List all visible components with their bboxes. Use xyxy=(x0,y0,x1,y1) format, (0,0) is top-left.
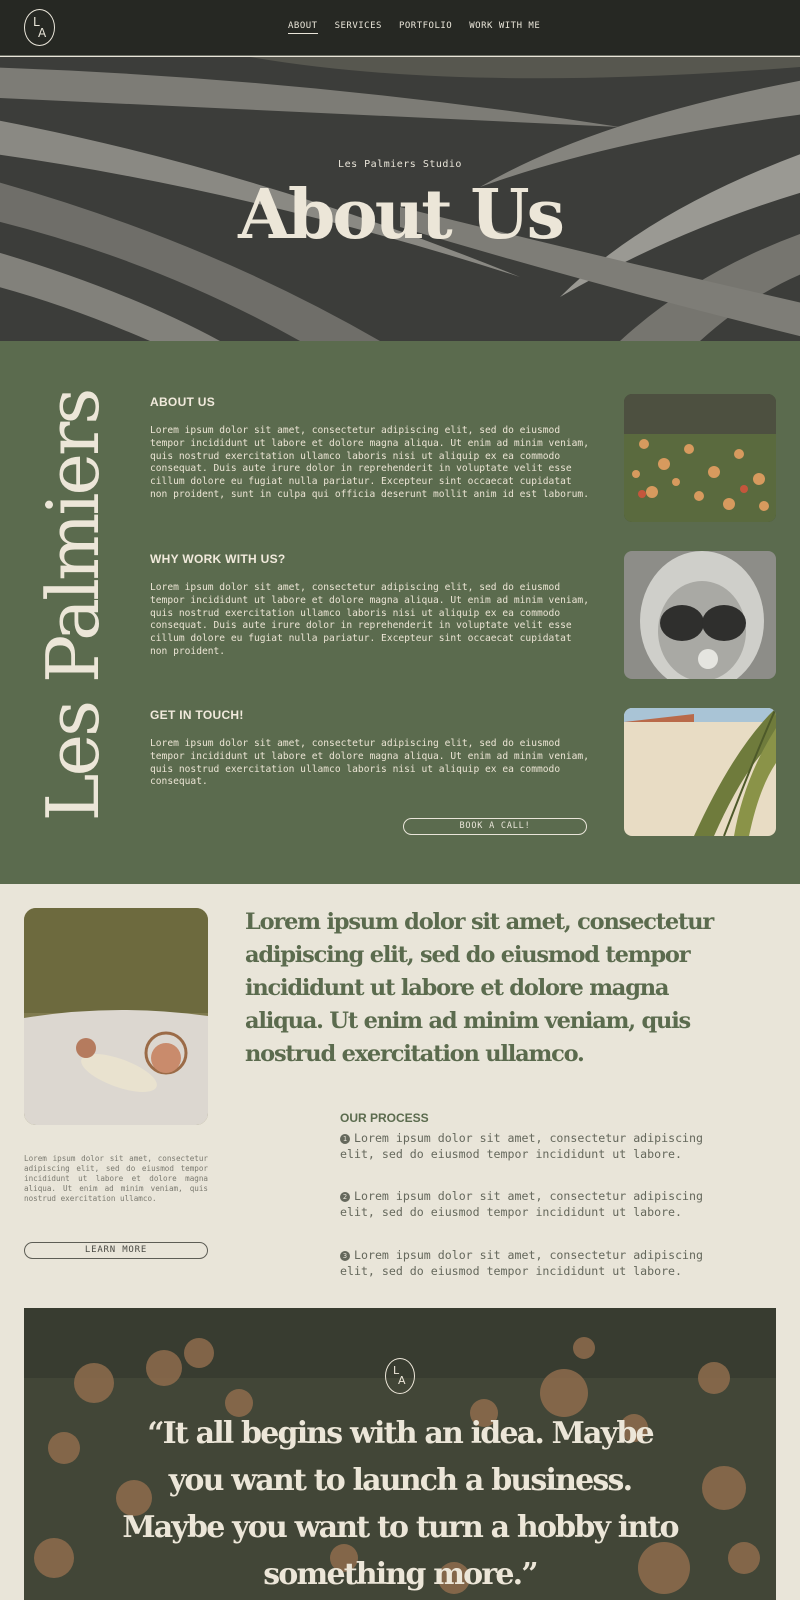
why-work-heading: WHY WORK WITH US? xyxy=(150,552,286,566)
banner-logo-letter-bottom: A xyxy=(398,1374,406,1387)
nav-link-about[interactable]: ABOUT xyxy=(288,21,318,34)
why-work-text: Lorem ipsum dolor sit amet, consectetur … xyxy=(150,582,589,657)
step-number-1: 1 xyxy=(340,1134,350,1144)
step-number-2: 2 xyxy=(340,1192,350,1202)
process-step: 1 Lorem ipsum dolor sit amet, consectetur… xyxy=(340,1131,730,1162)
about-us-heading: ABOUT US xyxy=(150,395,216,409)
sunglasses-portrait-photo xyxy=(624,551,776,679)
intro-small-text: Lorem ipsum dolor sit amet, consectetur … xyxy=(24,1154,208,1203)
process-heading: OUR PROCESS xyxy=(340,1111,429,1125)
book-call-button[interactable]: BOOK A CALL! xyxy=(403,818,587,835)
nav-link-work-with-me[interactable]: WORK WITH ME xyxy=(469,21,540,34)
step-text-3: Lorem ipsum dolor sit amet, consectetur … xyxy=(340,1248,704,1278)
hero-subtitle: Les Palmiers Studio xyxy=(338,159,462,170)
process-step: 2 Lorem ipsum dolor sit amet, consectetur… xyxy=(340,1189,730,1220)
get-in-touch-text: Lorem ipsum dolor sit amet, consectetur … xyxy=(150,738,589,788)
nav-links: ABOUT SERVICES PORTFOLIO WORK WITH ME xyxy=(288,21,540,34)
process-step: 3 Lorem ipsum dolor sit amet, consectetur… xyxy=(340,1248,730,1279)
logo-monogram[interactable]: L A xyxy=(24,9,55,46)
step-text-1: Lorem ipsum dolor sit amet, consectetur … xyxy=(340,1131,704,1161)
top-nav: L A ABOUT SERVICES PORTFOLIO WORK WITH M… xyxy=(0,0,800,56)
nav-link-portfolio[interactable]: PORTFOLIO xyxy=(399,21,452,34)
nav-link-services[interactable]: SERVICES xyxy=(335,21,382,34)
intro-big-text: Lorem ipsum dolor sit amet, consectetur … xyxy=(245,909,714,1067)
palm-wall-photo xyxy=(624,708,776,836)
hero-title: About Us xyxy=(238,175,565,255)
hero-banner: Les Palmiers Studio About Us xyxy=(0,57,800,341)
banner-quote: “It all begins with an idea. Maybe you w… xyxy=(122,1416,679,1592)
about-section: Les Palmiers ABOUT US Lorem ipsum dolor … xyxy=(0,341,800,884)
step-text-2: Lorem ipsum dolor sit amet, consectetur … xyxy=(340,1189,704,1219)
banner-logo-monogram: L A xyxy=(385,1358,415,1394)
vertical-title-text: Les Palmiers xyxy=(31,390,115,822)
flowers-photo xyxy=(624,394,776,522)
vertical-brand-title: Les Palmiers xyxy=(31,391,115,822)
quote-banner: L A “It all begins with an idea. Maybe y… xyxy=(24,1308,776,1600)
step-number-3: 3 xyxy=(340,1251,350,1261)
get-in-touch-block: GET IN TOUCH! Lorem ipsum dolor sit amet… xyxy=(150,708,590,789)
logo-letter-bottom: A xyxy=(38,26,47,40)
why-work-block: WHY WORK WITH US? Lorem ipsum dolor sit … xyxy=(150,552,590,659)
about-us-block: ABOUT US Lorem ipsum dolor sit amet, con… xyxy=(150,395,590,502)
learn-more-button[interactable]: LEARN MORE xyxy=(24,1242,208,1259)
about-us-text: Lorem ipsum dolor sit amet, consectetur … xyxy=(150,425,589,500)
picnic-photo xyxy=(24,908,208,1125)
get-in-touch-heading: GET IN TOUCH! xyxy=(150,708,244,722)
